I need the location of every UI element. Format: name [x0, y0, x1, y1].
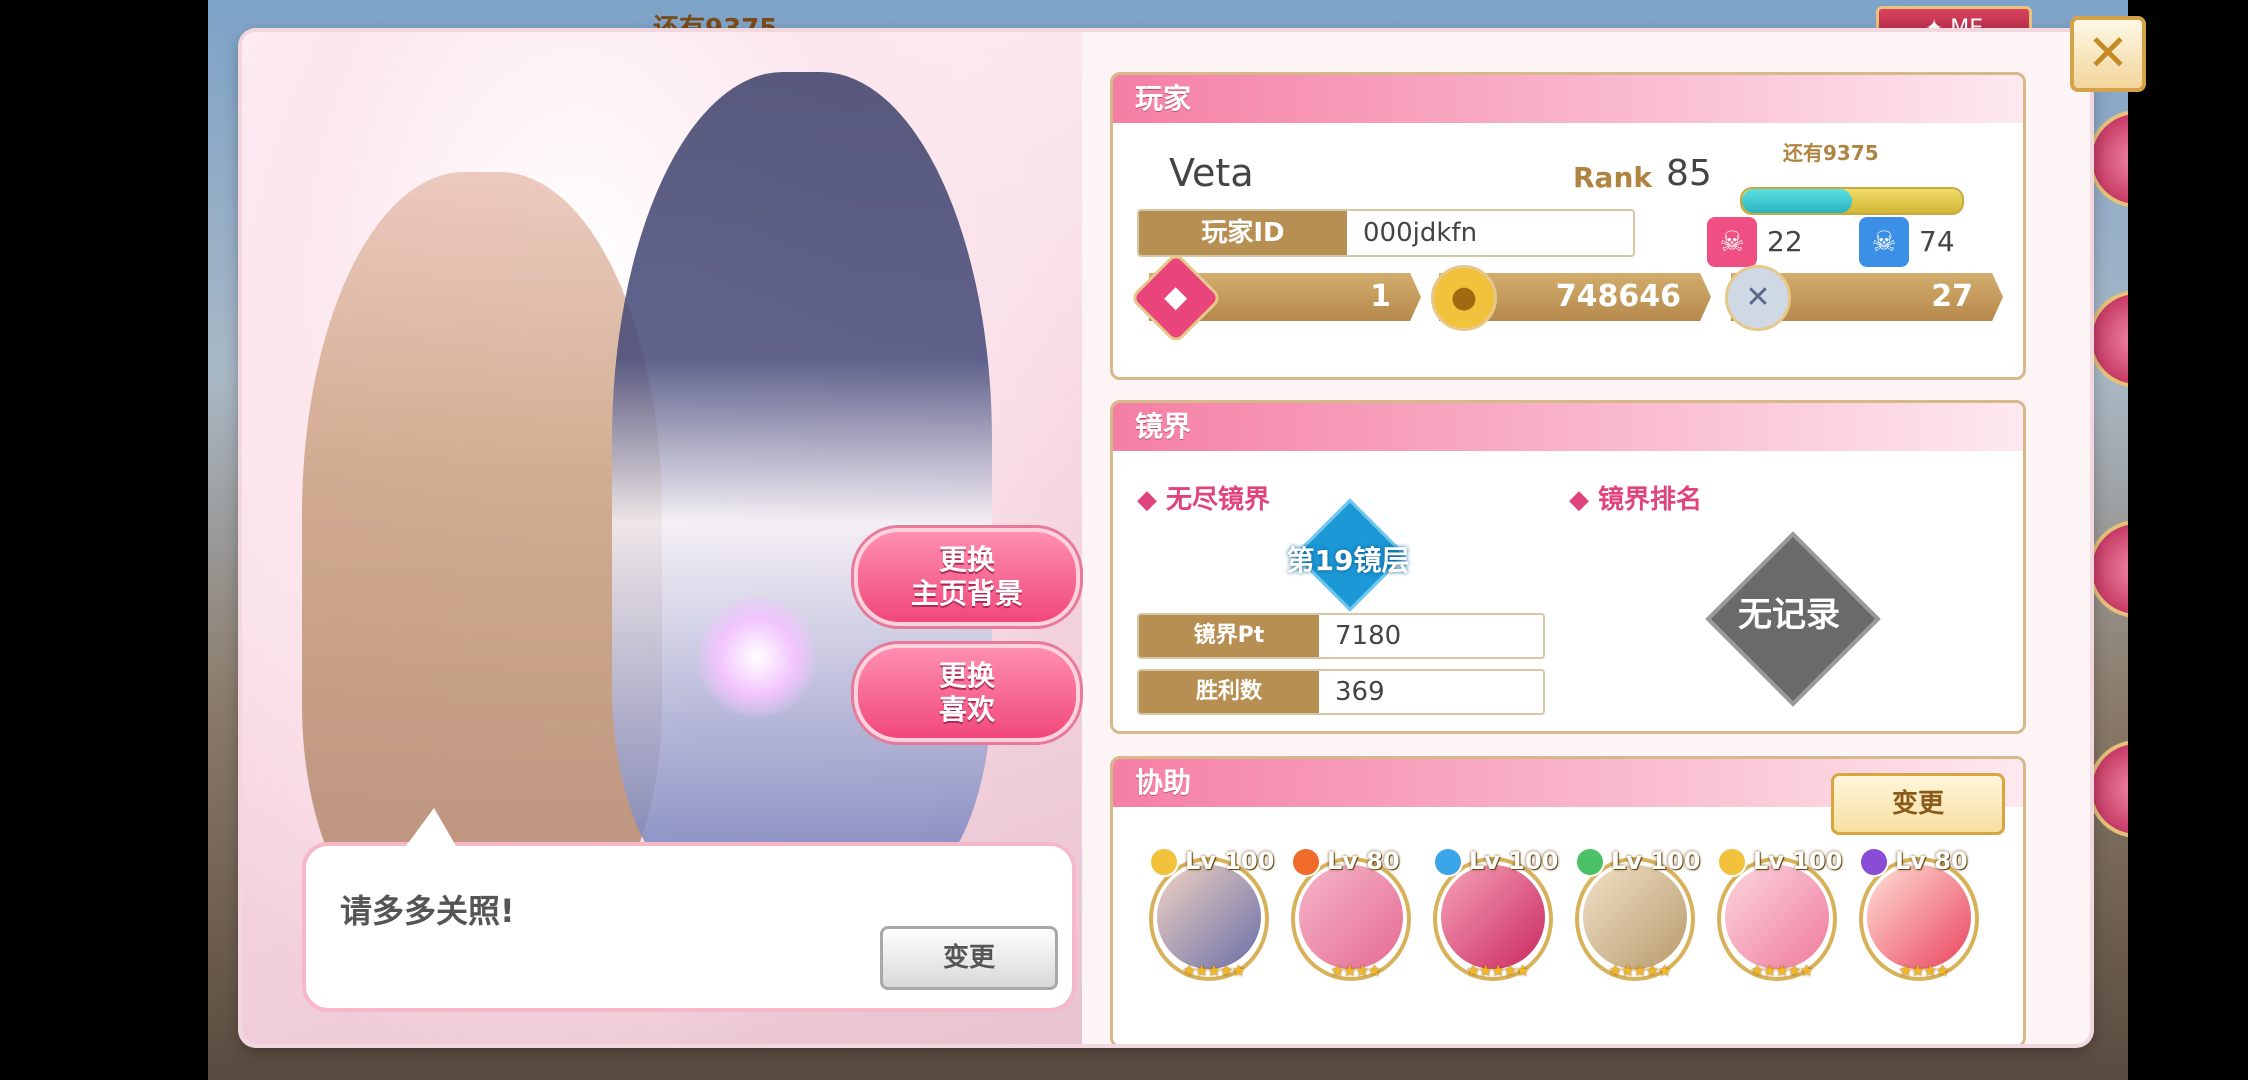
mirror-pt-label: 镜界Pt [1139, 615, 1319, 657]
background-medal [2088, 110, 2128, 208]
member-stars: ★★★★★ [1608, 961, 1672, 980]
member-level: Lv 100 [1717, 847, 1847, 877]
member-portrait [1157, 865, 1261, 969]
mirror-section-title: 镜界 [1113, 403, 2023, 451]
change-favorite-button[interactable]: 更换 喜欢 [854, 644, 1080, 742]
change-bg-label-2: 主页背景 [910, 577, 1023, 610]
member-level: Lv 100 [1575, 847, 1705, 877]
member-portrait [1867, 865, 1971, 969]
member-level: Lv 80 [1859, 847, 1989, 877]
exp-progress-bar [1740, 187, 1964, 215]
player-section-title: 玩家 [1113, 75, 2023, 123]
dark-element-icon [1859, 847, 1889, 877]
member-level-text: Lv 80 [1895, 847, 1968, 875]
blue-stat-value: 74 [1919, 225, 1955, 258]
member-level-text: Lv 100 [1469, 847, 1559, 875]
pink-stat-value: 22 [1767, 225, 1803, 258]
light-element-icon [1149, 847, 1179, 877]
gem-icon: ◆ [1129, 251, 1223, 345]
assist-member-6[interactable]: Lv 80 ★★★★ [1859, 847, 1979, 981]
floor-badge-text: 第19镜层 [1286, 544, 1410, 577]
coin-icon: ● [1431, 265, 1497, 331]
blue-skull-icon: ☠ [1859, 217, 1909, 267]
greeting-text: 请多多关照! [340, 892, 515, 930]
player-id-row: 玩家ID 000jdkfn [1137, 209, 1635, 257]
change-fav-label-1: 更换 [938, 659, 995, 692]
assist-card: 协助 变更 Lv 100 ★★★★★ Lv 80 ★★★★ Lv 100 ★★★… [1110, 756, 2026, 1044]
member-stars: ★★★★ [1898, 961, 1949, 980]
mirror-ranking-heading: ◆ 镜界排名 [1569, 485, 1703, 515]
close-button[interactable]: ✕ [2070, 16, 2146, 92]
member-level: Lv 100 [1433, 847, 1563, 877]
no-record-text: 无记录 [1738, 595, 1840, 635]
profile-panel: 更换 主页背景 更换 喜欢 请多多关照! 变更 玩家 Veta Rank 85 … [242, 32, 2090, 1044]
mirror-pt-row: 镜界Pt 7180 [1137, 613, 1545, 659]
fire-element-icon [1291, 847, 1321, 877]
player-name: Veta [1169, 151, 1254, 195]
background-medal [2088, 520, 2128, 618]
pink-skull-icon: ☠ [1707, 217, 1757, 267]
assist-change-button[interactable]: 变更 [1831, 773, 2005, 835]
ap-icon: ✕ [1725, 265, 1791, 331]
water-element-icon [1433, 847, 1463, 877]
exp-progress-fill [1742, 189, 1852, 213]
member-level-text: Lv 100 [1611, 847, 1701, 875]
character-artwork: 更换 主页背景 更换 喜欢 请多多关照! 变更 [242, 32, 1082, 1044]
greeting-bubble: 请多多关照! 变更 [302, 808, 1076, 1012]
mirror-wins-row: 胜利数 369 [1137, 669, 1545, 715]
member-level-text: Lv 80 [1327, 847, 1400, 875]
floor-badge: 第19镜层 [1283, 498, 1413, 612]
member-stars: ★★★★★ [1466, 961, 1530, 980]
greeting-change-button[interactable]: 变更 [880, 926, 1058, 990]
light-element-icon [1717, 847, 1747, 877]
endless-mirror-heading: ◆ 无尽镜界 [1137, 485, 1271, 515]
rank-label: Rank [1573, 161, 1653, 194]
change-home-background-button[interactable]: 更换 主页背景 [854, 528, 1080, 626]
character-figure-right [612, 72, 992, 892]
player-id-value: 000jdkfn [1363, 218, 1478, 248]
member-portrait [1725, 865, 1829, 969]
bubble-tail [406, 808, 456, 846]
member-level-text: Lv 100 [1185, 847, 1275, 875]
mirror-pt-value: 7180 [1335, 621, 1402, 651]
character-figure-left [302, 172, 662, 932]
member-stars: ★★★★ [1330, 961, 1381, 980]
mirror-wins-label: 胜利数 [1139, 671, 1319, 713]
mirror-card: 镜界 ◆ 无尽镜界 ◆ 镜界排名 第19镜层 镜界Pt 7180 胜利数 369… [1110, 400, 2026, 734]
assist-member-3[interactable]: Lv 100 ★★★★★ [1433, 847, 1558, 981]
background-medal [2088, 740, 2128, 838]
exp-remaining: 还有9375 [1783, 141, 1879, 165]
change-bg-label-1: 更换 [938, 543, 995, 576]
assist-member-1[interactable]: Lv 100 ★★★★★ [1149, 847, 1274, 981]
mirror-ranking-label: 镜界排名 [1598, 485, 1703, 515]
member-stars: ★★★★★ [1750, 961, 1814, 980]
rank-value: 85 [1666, 153, 1712, 194]
assist-member-4[interactable]: Lv 100 ★★★★★ [1575, 847, 1700, 981]
magic-orb [697, 597, 817, 717]
member-portrait [1441, 865, 1545, 969]
member-level: Lv 80 [1291, 847, 1421, 877]
background-medal [2088, 290, 2128, 388]
player-id-label: 玩家ID [1139, 211, 1347, 255]
change-fav-label-2: 喜欢 [938, 693, 995, 726]
member-level-text: Lv 100 [1753, 847, 1843, 875]
endless-mirror-label: 无尽镜界 [1166, 485, 1271, 515]
forest-element-icon [1575, 847, 1605, 877]
assist-member-5[interactable]: Lv 100 ★★★★★ [1717, 847, 1842, 981]
mirror-wins-value: 369 [1335, 677, 1385, 707]
close-icon: ✕ [2087, 24, 2129, 82]
member-stars: ★★★★★ [1182, 961, 1246, 980]
member-portrait [1583, 865, 1687, 969]
player-card: 玩家 Veta Rank 85 还有9375 玩家ID 000jdkfn ☠ 2… [1110, 72, 2026, 380]
member-portrait [1299, 865, 1403, 969]
assist-member-2[interactable]: Lv 80 ★★★★ [1291, 847, 1411, 981]
member-level: Lv 100 [1149, 847, 1279, 877]
